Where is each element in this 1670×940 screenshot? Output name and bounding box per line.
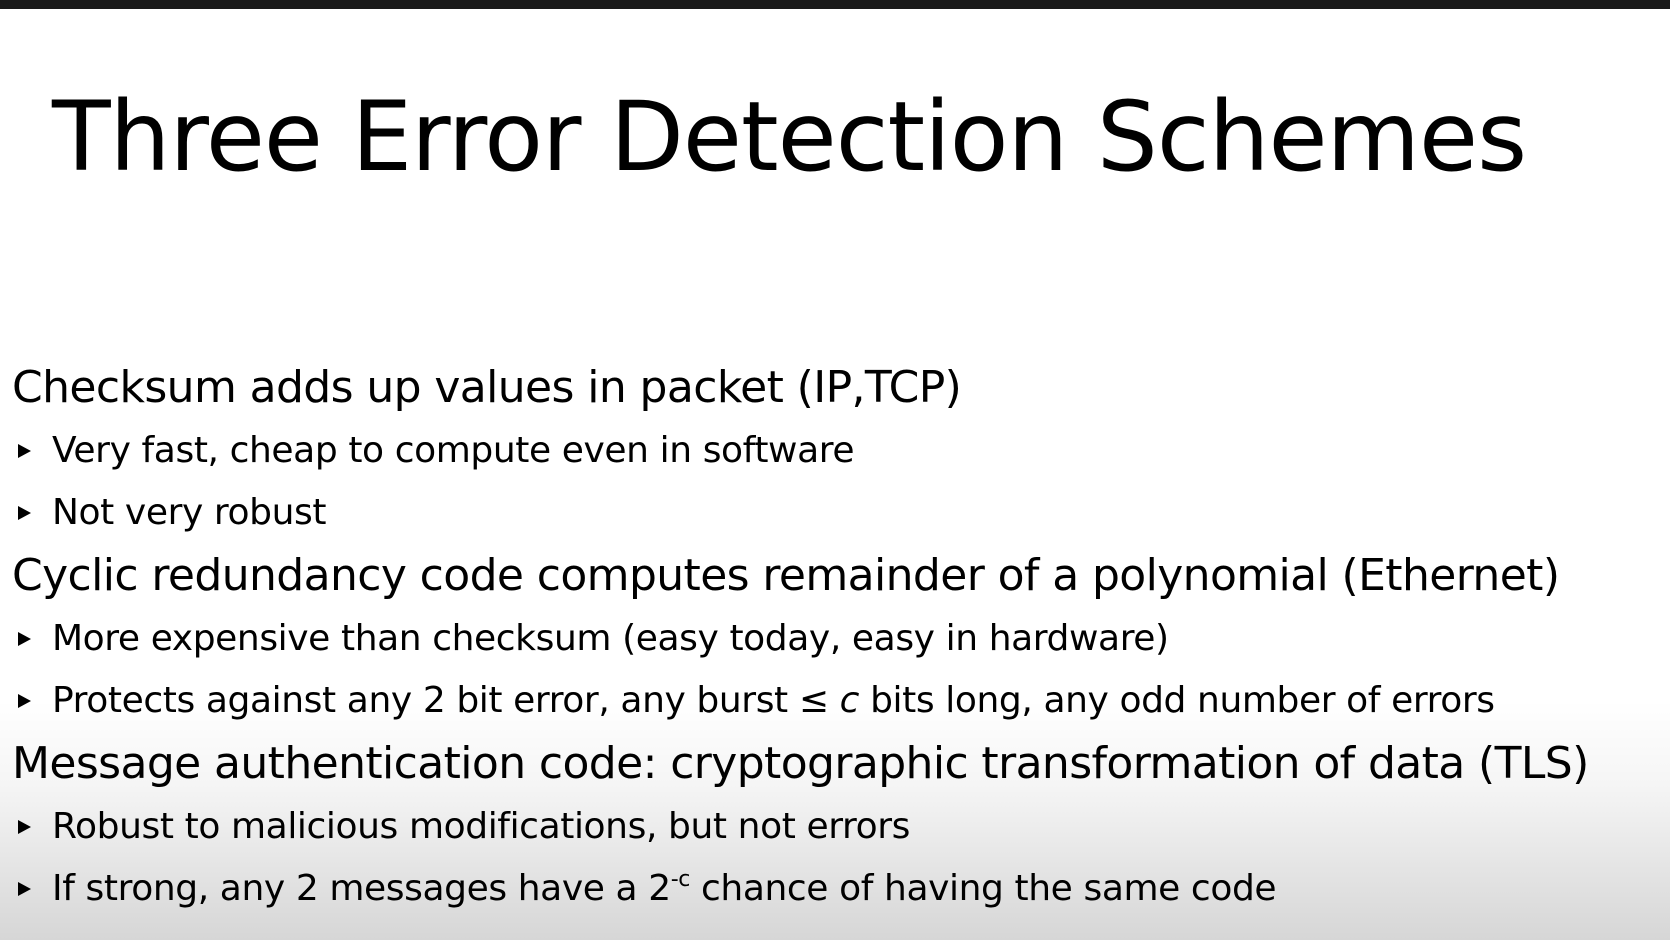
bullet-item: Very fast, cheap to compute even in soft… (12, 420, 1662, 482)
bullet-text-part: If strong, any 2 messages have a 2 (52, 868, 671, 909)
bullet-item: If strong, any 2 messages have a 2-c cha… (12, 858, 1662, 920)
bullet-text: Protects against any 2 bit error, any bu… (52, 670, 1495, 732)
scheme-heading-mac: Message authentication code: cryptograph… (12, 738, 1589, 789)
bullet-text: Not very robust (52, 492, 327, 533)
bullet-triangle-icon (18, 820, 31, 834)
exponent: -c (670, 867, 691, 892)
bullet-triangle-icon (18, 632, 31, 646)
bullet-text-part: bits long, any odd number of errors (859, 680, 1495, 721)
bullet-triangle-icon (18, 506, 31, 520)
variable-c: c (839, 680, 860, 721)
bullet-triangle-icon (18, 694, 31, 708)
scheme-heading-crc: Cyclic redundancy code computes remainde… (12, 550, 1560, 601)
bullet-text-part: chance of having the same code (689, 868, 1277, 909)
bullet-text: If strong, any 2 messages have a 2-c cha… (52, 858, 1277, 920)
bullet-text: Robust to malicious modifications, but n… (52, 806, 910, 847)
bullet-triangle-icon (18, 444, 31, 458)
top-border (0, 0, 1670, 9)
bullet-text: Very fast, cheap to compute even in soft… (52, 430, 855, 471)
bullet-text-part: Protects against any 2 bit error, any bu… (52, 680, 840, 721)
bullet-text: More expensive than checksum (easy today… (52, 618, 1169, 659)
bullet-triangle-icon (18, 882, 31, 896)
slide-title: Three Error Detection Schemes (52, 81, 1527, 193)
scheme-heading-checksum: Checksum adds up values in packet (IP,TC… (12, 362, 962, 413)
bullet-item: More expensive than checksum (easy today… (12, 608, 1662, 670)
slide-content: Checksum adds up values in packet (IP,TC… (12, 356, 1662, 920)
slide: Three Error Detection Schemes Checksum a… (0, 0, 1670, 940)
bullet-item: Protects against any 2 bit error, any bu… (12, 670, 1662, 732)
bullet-item: Robust to malicious modifications, but n… (12, 796, 1662, 858)
bullet-item: Not very robust (12, 482, 1662, 544)
